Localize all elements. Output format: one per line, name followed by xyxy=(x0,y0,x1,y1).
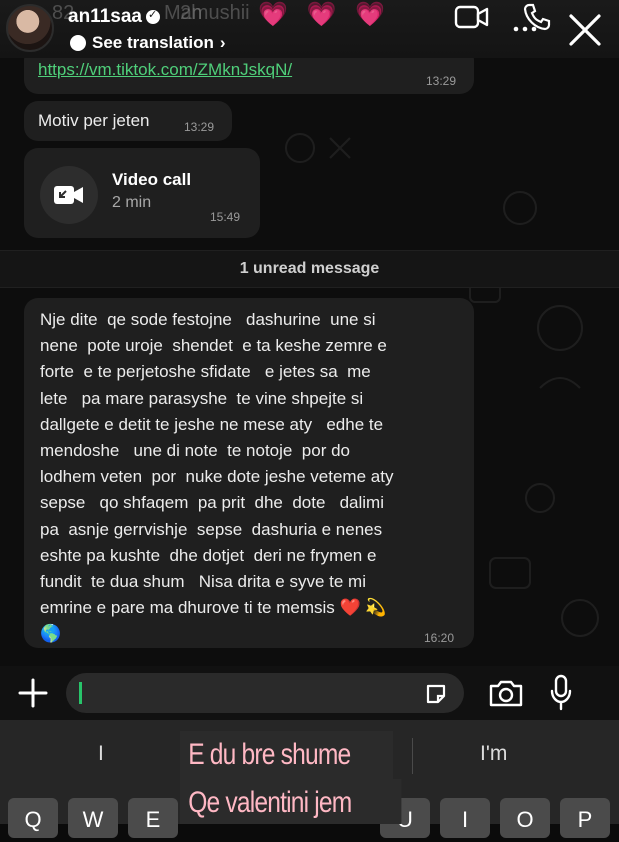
suggestion-divider xyxy=(412,738,413,774)
video-camera-icon[interactable] xyxy=(454,4,490,30)
camera-icon[interactable] xyxy=(488,678,524,708)
avatar[interactable] xyxy=(6,4,54,52)
mic-icon[interactable] xyxy=(549,674,573,712)
message-bubble[interactable]: Nje dite qe sode festojne dashurine une … xyxy=(24,298,474,648)
story-caption-line-1: E du bre shume xyxy=(180,731,394,779)
message-time: 16:20 xyxy=(424,631,455,645)
message-bubble[interactable]: Motiv per jeten 13:29 xyxy=(24,101,232,141)
video-call-bubble[interactable]: Video call 2 min 15:49 xyxy=(24,148,260,238)
sticker-icon[interactable] xyxy=(424,682,448,706)
username-text: an11saa xyxy=(68,6,142,27)
key-p[interactable]: P xyxy=(560,798,610,838)
story-caption-line-2: Qe valentini jem xyxy=(180,779,402,824)
suggestion-3[interactable]: I'm xyxy=(480,742,507,766)
verified-icon xyxy=(145,8,160,24)
message-text: Nje dite qe sode festojne dashurine une … xyxy=(40,310,394,644)
input-bar xyxy=(0,666,619,720)
see-translation-label: See translation xyxy=(92,33,214,52)
ghost-contact: Mamushii xyxy=(164,2,250,24)
call-title: Video call xyxy=(112,170,192,189)
see-translation-button[interactable]: See translation › xyxy=(70,33,226,53)
key-w[interactable]: W xyxy=(68,798,118,838)
more-icon[interactable] xyxy=(512,24,538,34)
story-header: 82 2h Mamushii an11saa 💗 💗 💗 See transla… xyxy=(0,0,619,58)
close-icon[interactable] xyxy=(567,12,603,48)
chevron-right-icon: › xyxy=(219,33,226,52)
message-time: 15:49 xyxy=(210,210,241,224)
hearts-emoji: 💗 💗 💗 xyxy=(258,1,391,28)
call-duration: 2 min xyxy=(112,194,152,211)
tiktok-link[interactable]: https://vm.tiktok.com/ZMknJskqN/ xyxy=(38,60,292,80)
video-call-icon-wrap xyxy=(40,166,98,224)
chat-area: https://vm.tiktok.com/ZMknJskqN/ 13:29 M… xyxy=(0,46,619,666)
translate-icon xyxy=(70,35,86,51)
message-text: Motiv per jeten xyxy=(38,111,150,130)
video-call-icon xyxy=(54,186,83,204)
username[interactable]: an11saa xyxy=(68,6,160,28)
unread-divider: 1 unread message xyxy=(0,250,619,288)
key-o[interactable]: O xyxy=(500,798,550,838)
key-q[interactable]: Q xyxy=(8,798,58,838)
key-e[interactable]: E xyxy=(128,798,178,838)
plus-icon[interactable] xyxy=(16,676,50,710)
suggestion-1[interactable]: I xyxy=(98,742,104,766)
unread-label: 1 unread message xyxy=(239,260,380,277)
key-i[interactable]: I xyxy=(440,798,490,838)
message-input[interactable] xyxy=(66,673,464,713)
message-time: 13:29 xyxy=(184,120,215,134)
message-time: 13:29 xyxy=(426,74,457,88)
text-cursor xyxy=(79,682,82,704)
